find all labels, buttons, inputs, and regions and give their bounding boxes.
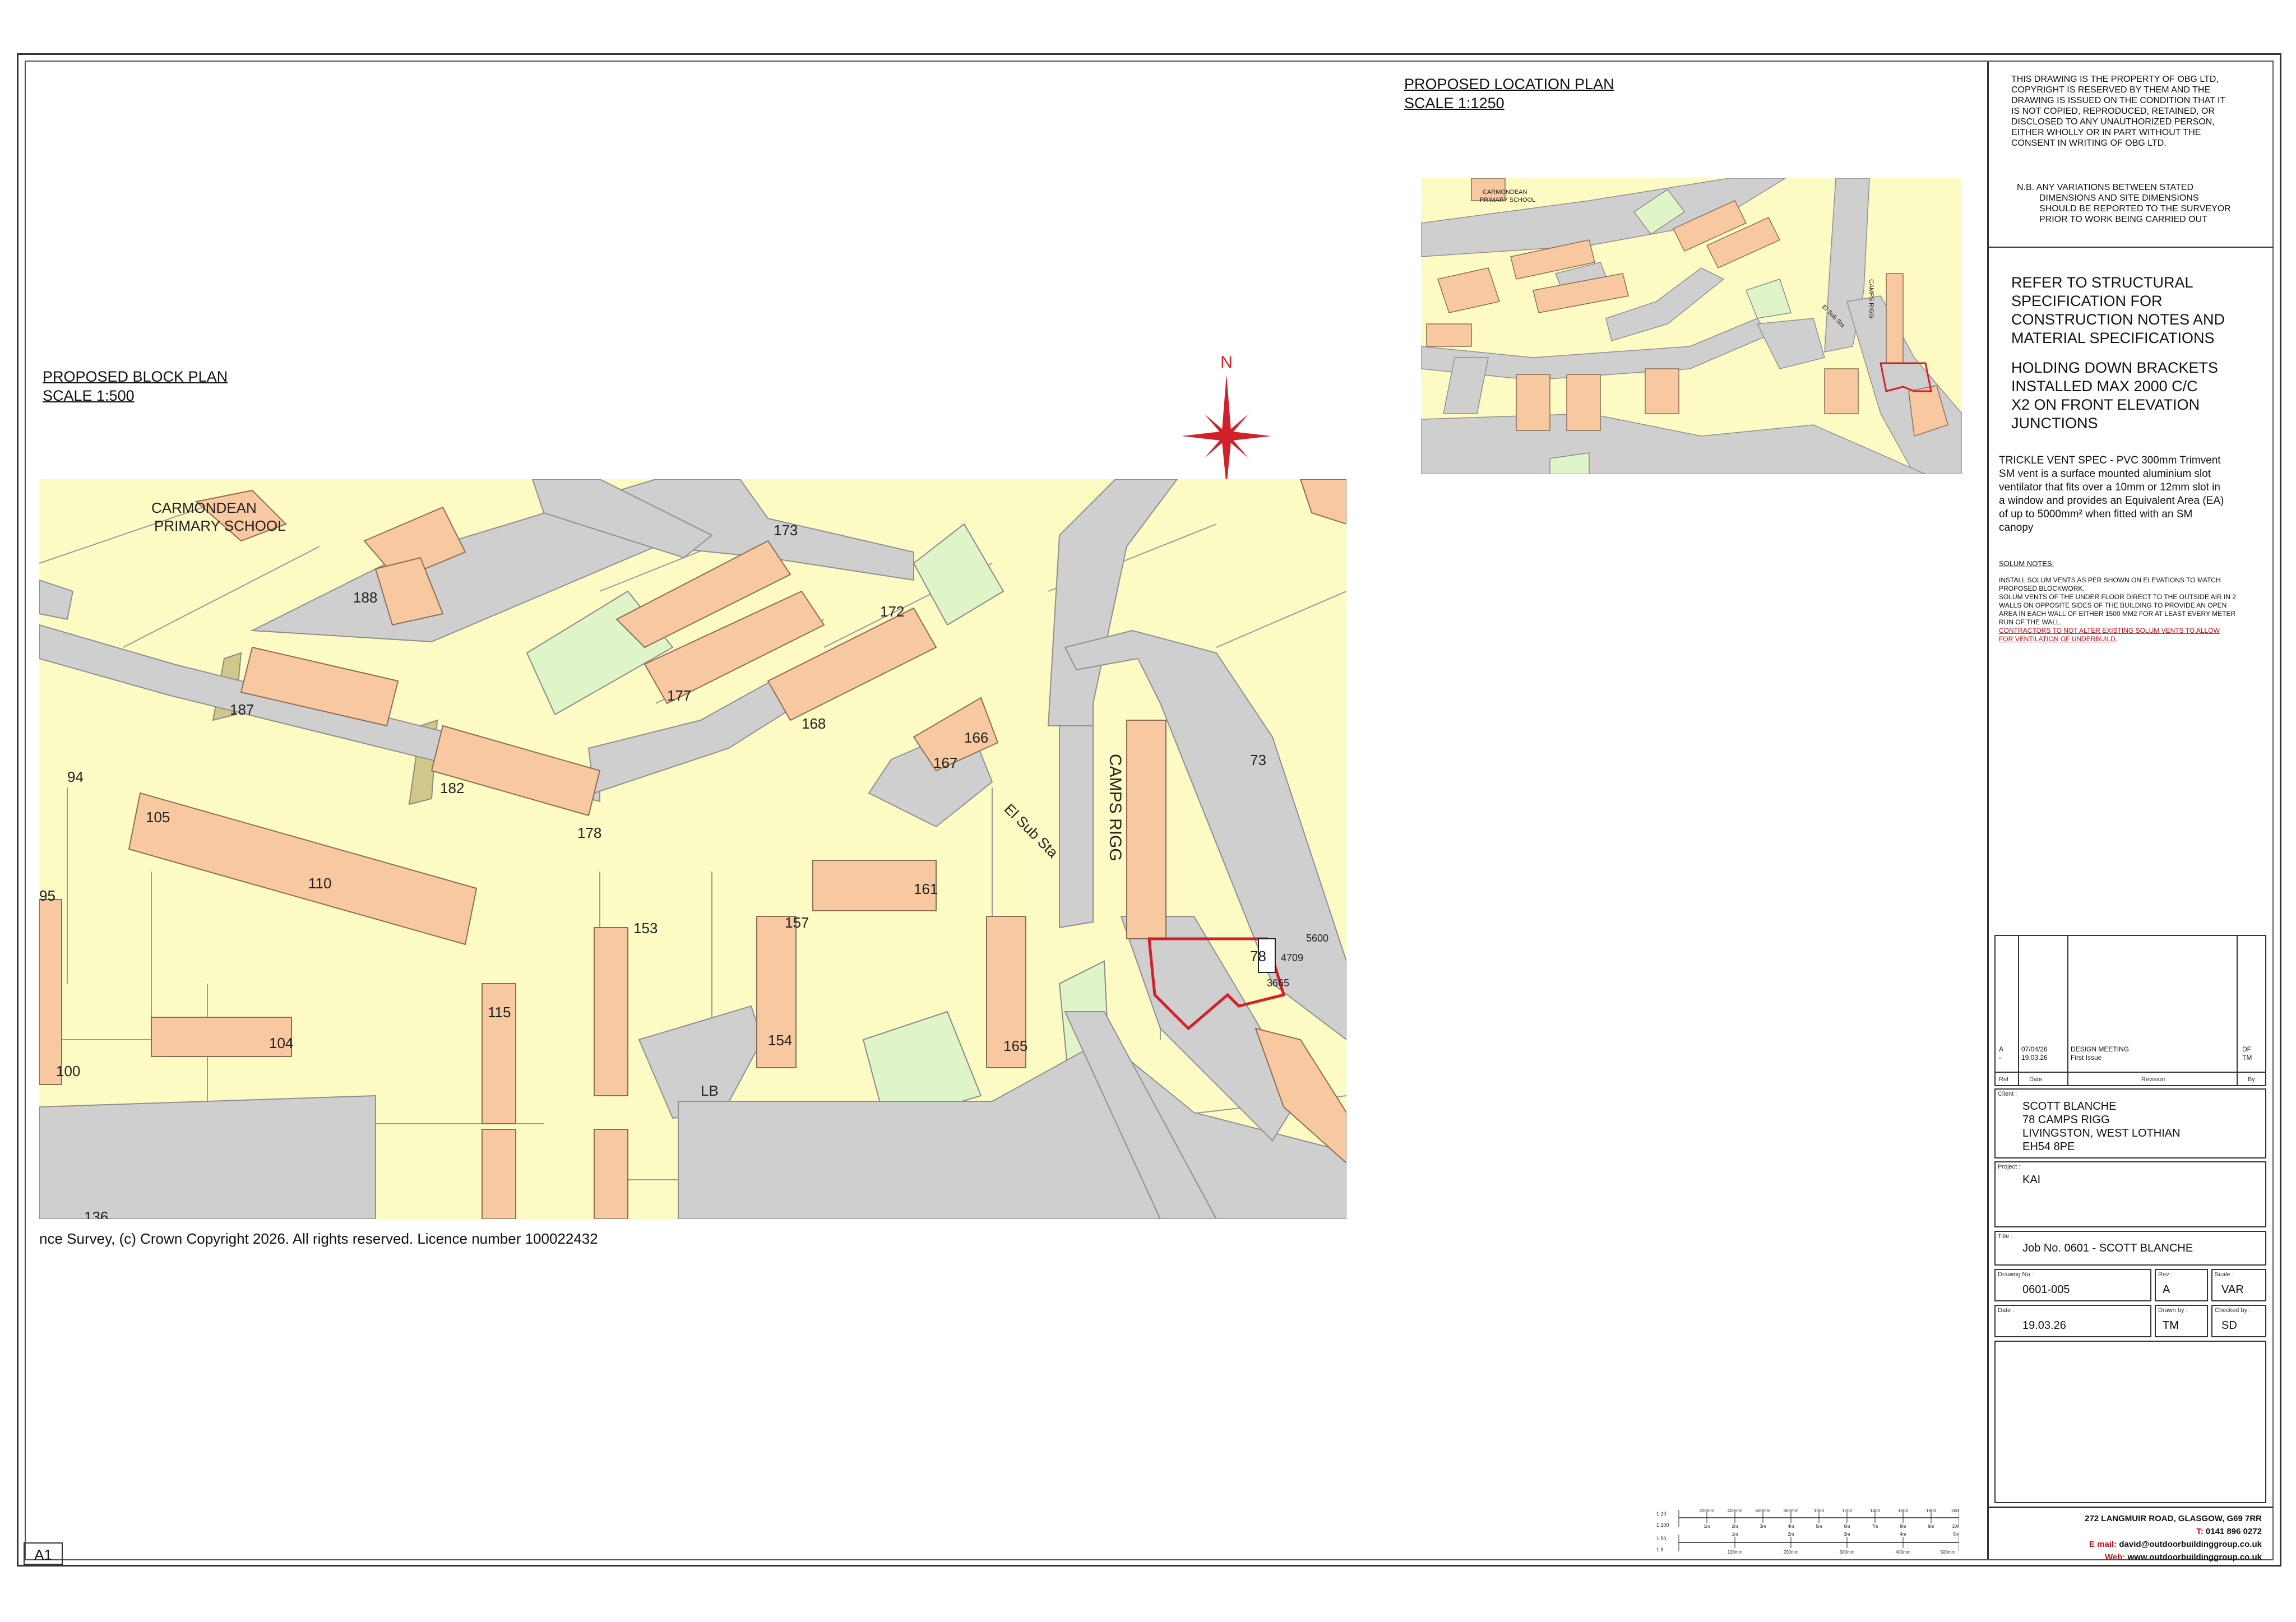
svg-text:178: 178 [577, 824, 601, 841]
svg-text:1:5: 1:5 [1656, 1547, 1664, 1553]
svg-text:200mm: 200mm [1784, 1550, 1799, 1555]
svg-text:1m: 1m [1704, 1524, 1710, 1529]
svg-text:1:100: 1:100 [1656, 1522, 1669, 1528]
svg-text:1400: 1400 [1870, 1508, 1880, 1513]
svg-text:182: 182 [440, 780, 464, 796]
svg-text:500mm: 500mm [1941, 1550, 1956, 1555]
svg-text:CARMONDEAN: CARMONDEAN [1483, 189, 1527, 196]
svg-text:CAMPS RIGG: CAMPS RIGG [1868, 279, 1874, 318]
svg-text:2m: 2m [1732, 1524, 1738, 1529]
date-box: Date : 19.03.26 [1994, 1305, 2151, 1337]
svg-text:173: 173 [774, 522, 798, 539]
svg-text:800mm: 800mm [1784, 1508, 1799, 1513]
svg-text:400mm: 400mm [1896, 1550, 1911, 1555]
svg-text:3m: 3m [1844, 1532, 1850, 1537]
svg-text:5m: 5m [1953, 1532, 1959, 1537]
solum-heading: SOLUM NOTES: [1999, 559, 2054, 568]
svg-text:115: 115 [488, 1004, 511, 1021]
revision-box: Rev : A [2155, 1269, 2208, 1301]
svg-text:94: 94 [67, 768, 84, 785]
svg-text:300mm: 300mm [1840, 1550, 1855, 1555]
scale-bar: 1:20 1:100 1:50 1:5 200mm 400mm 600mm 800m… [1656, 1507, 1961, 1558]
svg-text:1600: 1600 [1898, 1508, 1908, 1513]
svg-text:7m: 7m [1872, 1524, 1878, 1529]
svg-text:1800: 1800 [1926, 1508, 1936, 1513]
svg-text:4m: 4m [1788, 1524, 1794, 1529]
svg-text:100mm: 100mm [1728, 1550, 1743, 1555]
client-box: Client : SCOTT BLANCHE 78 CAMPS RIGG LIV… [1994, 1088, 2266, 1158]
svg-text:177: 177 [667, 687, 691, 704]
svg-text:CAMPS RIGG: CAMPS RIGG [1106, 754, 1124, 861]
copyright-notice: THIS DRAWING IS THE PROPERTY OF OBG LTD,… [2011, 75, 2226, 148]
svg-text:78: 78 [1250, 948, 1266, 965]
blank-box [1994, 1341, 2266, 1503]
svg-text:2000: 2000 [1951, 1508, 1959, 1513]
svg-text:10m: 10m [1952, 1524, 1959, 1529]
svg-text:1:50: 1:50 [1656, 1536, 1667, 1541]
svg-text:LB: LB [701, 1082, 719, 1099]
trickle-vent-note: TRICKLE VENT SPEC - PVC 300mm Trimvent S… [1999, 455, 2224, 534]
company-footer: 272 LANGMUIR ROAD, GLASGOW, G69 7RR T: 0… [2085, 1514, 2262, 1562]
svg-text:6m: 6m [1844, 1524, 1850, 1529]
svg-text:168: 168 [802, 715, 826, 732]
svg-text:4m: 4m [1900, 1532, 1906, 1537]
svg-text:104: 104 [269, 1035, 293, 1051]
svg-text:110: 110 [308, 875, 331, 892]
svg-text:105: 105 [146, 809, 170, 826]
sheet-size-label: A1 [24, 1542, 63, 1565]
svg-text:200mm: 200mm [1700, 1508, 1715, 1513]
brackets-note: HOLDING DOWN BRACKETS INSTALLED MAX 2000… [2011, 359, 2219, 432]
svg-text:3m: 3m [1760, 1524, 1766, 1529]
block-plan-title: PROPOSED BLOCK PLAN SCALE 1:500 [43, 368, 228, 404]
drawn-by-box: Drawn by : TM [2155, 1305, 2208, 1337]
svg-text:154: 154 [768, 1032, 792, 1049]
svg-text:161: 161 [914, 880, 938, 897]
dimension-note: N.B. ANY VARIATIONS BETWEEN STATED DIMEN… [2017, 183, 2231, 224]
title-box: Title : Job No. 0601 - SCOTT BLANCHE [1994, 1231, 2266, 1266]
scale-box: Scale : VAR [2211, 1269, 2266, 1301]
svg-text:5600: 5600 [1306, 933, 1328, 944]
svg-text:187: 187 [230, 701, 254, 718]
north-arrow: N [1182, 352, 1271, 486]
svg-text:9m: 9m [1928, 1524, 1934, 1529]
svg-text:5m: 5m [1816, 1524, 1822, 1529]
svg-text:100: 100 [56, 1063, 80, 1079]
ordnance-survey-copyright: nce Survey, (c) Crown Copyright 2026. Al… [39, 1230, 598, 1247]
drawing-number-box: Drawing No : 0601-005 [1994, 1269, 2151, 1301]
svg-text:8m: 8m [1900, 1524, 1906, 1529]
structural-note: REFER TO STRUCTURAL SPECIFICATION FOR CO… [2011, 274, 2225, 346]
svg-text:PRIMARY SCHOOL: PRIMARY SCHOOL [1480, 197, 1535, 203]
project-box: Project : KAI [1994, 1161, 2266, 1227]
location-plan-map: CARMONDEAN PRIMARY SCHOOL CAMPS RIGG El … [1421, 178, 1962, 474]
svg-text:73: 73 [1250, 752, 1266, 768]
solum-notes: INSTALL SOLUM VENTS AS PER SHOWN ON ELEV… [1999, 576, 2236, 643]
location-plan-title: PROPOSED LOCATION PLAN SCALE 1:1250 [1404, 76, 1614, 112]
svg-text:1200: 1200 [1842, 1508, 1852, 1513]
checked-by-box: Checked by : SD [2211, 1305, 2266, 1337]
svg-text:CARMONDEAN: CARMONDEAN [151, 499, 257, 516]
svg-text:95: 95 [39, 887, 55, 904]
svg-text:600mm: 600mm [1756, 1508, 1771, 1513]
svg-text:167: 167 [933, 754, 957, 771]
svg-text:PRIMARY SCHOOL: PRIMARY SCHOOL [154, 517, 286, 534]
svg-text:153: 153 [633, 920, 658, 937]
svg-text:165: 165 [1003, 1037, 1027, 1054]
svg-text:3665: 3665 [1267, 977, 1289, 989]
svg-text:2m: 2m [1788, 1532, 1794, 1537]
svg-text:1:20: 1:20 [1656, 1511, 1667, 1517]
block-plan-map: CARMONDEAN PRIMARY SCHOOL 188 173 187 17… [39, 479, 1346, 1219]
north-letter: N [1220, 353, 1233, 372]
svg-text:400mm: 400mm [1728, 1508, 1743, 1513]
svg-text:1m: 1m [1732, 1532, 1738, 1537]
svg-text:172: 172 [880, 603, 904, 620]
svg-text:136: 136 [84, 1208, 108, 1219]
svg-text:1000: 1000 [1814, 1508, 1824, 1513]
svg-text:157: 157 [785, 914, 809, 931]
svg-text:166: 166 [964, 729, 988, 746]
revision-table: A- 07/04/26 19.03.26 DESIGN MEETING First … [1994, 935, 2266, 1086]
svg-text:4709: 4709 [1281, 952, 1303, 963]
svg-text:188: 188 [353, 589, 377, 606]
title-block-panel: THIS DRAWING IS THE PROPERTY OF OBG LTD,… [1987, 62, 2273, 1562]
